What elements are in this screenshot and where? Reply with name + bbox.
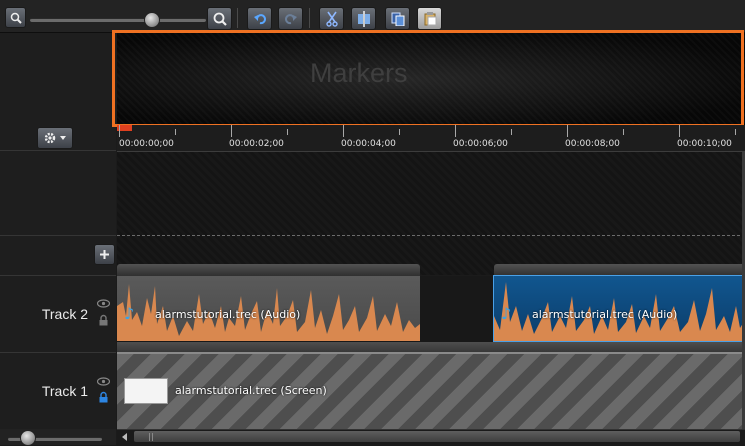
audio-note-icon: ♪ [501,304,512,323]
clip-title: alarmstutorial.trec (Screen) [175,384,327,397]
zoom-out-button[interactable] [5,7,26,28]
audio-clip[interactable]: ♪ alarmstutorial.trec (Audio) [117,276,420,341]
track-2-label: Track 2 [41,306,88,322]
clip-title: alarmstutorial.trec (Audio) [155,308,301,321]
clip-title: alarmstutorial.trec (Audio) [532,308,678,321]
ruler-tick-label: 00:00:04;00 [341,139,396,149]
track-1-label: Track 1 [41,383,88,399]
ruler-tick-label: 00:00:10;00 [677,139,732,149]
timeline-toolbar [0,0,745,33]
split-button[interactable] [351,7,376,30]
zoom-in-button[interactable] [207,7,232,30]
eye-icon[interactable] [97,299,110,308]
zoom-out-icon [10,12,22,24]
paste-button[interactable] [417,7,442,30]
clip-handle[interactable] [494,264,745,276]
audio-note-icon: ♪ [124,304,135,323]
redo-icon [284,13,297,24]
redo-button[interactable] [278,7,303,30]
zoom-slider-thumb[interactable] [144,12,160,28]
zoom-slider-track[interactable] [30,18,206,22]
track-height-slider-thumb[interactable] [20,430,36,446]
ruler-tick-label: 00:00:02;00 [229,139,284,149]
undo-button[interactable] [247,7,272,30]
markers-highlight-box [112,30,744,127]
plus-icon [100,250,109,259]
timeline-settings-button[interactable] [37,127,73,149]
scroll-grip [152,433,153,441]
scroll-grip [149,433,150,441]
copy-icon [391,12,404,26]
ruler-tick-label: 00:00:08;00 [565,139,620,149]
clip-handle[interactable] [117,342,745,352]
track-drop-guide [117,235,745,236]
time-ruler[interactable]: 00:00:00;00 00:00:02;00 00:00:04;00 00:0… [117,125,745,152]
add-track-button[interactable] [94,244,115,265]
paste-icon [424,11,436,25]
lock-icon[interactable] [98,391,109,403]
lock-icon[interactable] [98,314,109,326]
audio-clip-selected[interactable]: ♪ alarmstutorial.trec (Audio) [493,275,745,342]
split-icon [357,10,370,27]
zoom-in-icon [213,12,227,26]
undo-icon [253,13,266,24]
cut-button[interactable] [319,7,344,30]
cut-icon [325,11,338,27]
ruler-tick-label: 00:00:06;00 [453,139,508,149]
eye-icon[interactable] [97,377,110,386]
copy-button[interactable] [385,7,410,30]
horizontal-scrollbar-thumb[interactable] [134,431,740,442]
clip-handle[interactable] [117,264,420,276]
empty-track-area[interactable] [117,152,745,275]
ruler-tick-label: 00:00:00;00 [119,139,174,149]
gear-icon [44,132,66,144]
screen-clip-thumbnail [124,378,168,404]
scroll-left-icon[interactable] [121,432,129,442]
